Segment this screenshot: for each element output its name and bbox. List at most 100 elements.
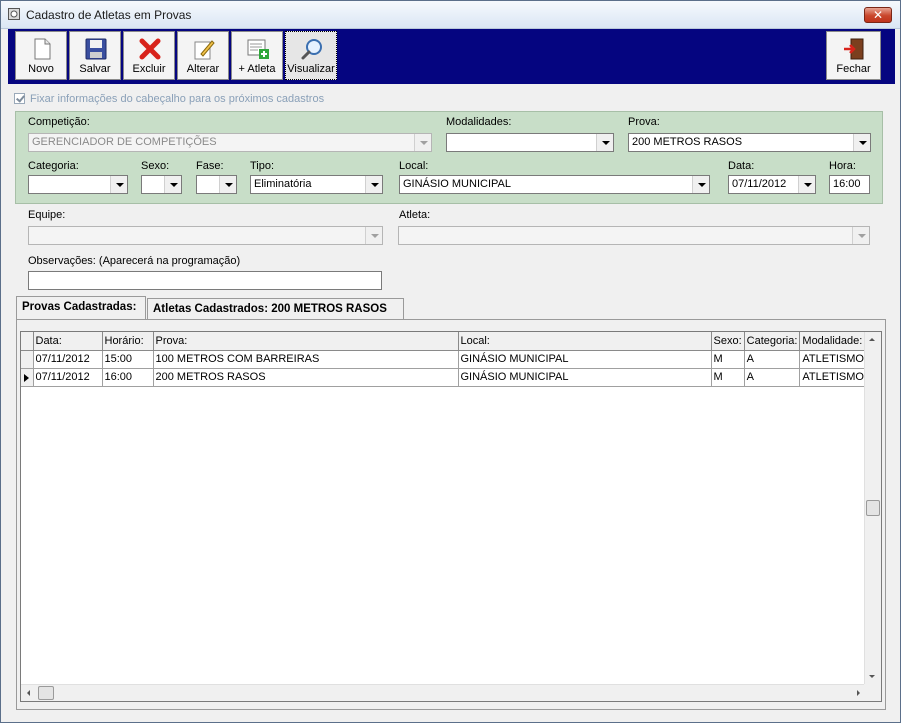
- floppy-disk-icon: [85, 38, 107, 60]
- col-header-modalidade[interactable]: Modalidade:: [799, 332, 869, 351]
- local-label: Local:: [399, 160, 429, 172]
- observacoes-input[interactable]: [28, 271, 382, 290]
- chevron-down-icon[interactable]: [853, 134, 870, 151]
- title-bar[interactable]: Cadastro de Atletas em Provas ✕: [1, 1, 900, 29]
- horizontal-scrollbar[interactable]: [21, 684, 866, 701]
- modalidades-combo[interactable]: [446, 133, 614, 152]
- edit-pencil-icon: [194, 40, 215, 60]
- chevron-down-icon[interactable]: [110, 176, 127, 193]
- cell-local[interactable]: GINÁSIO MUNICIPAL: [458, 368, 712, 387]
- tipo-value: Eliminatória: [254, 178, 312, 190]
- cell-prova[interactable]: 100 METROS COM BARREIRAS: [153, 350, 459, 369]
- data-picker[interactable]: 07/11/2012: [728, 175, 816, 194]
- cell-sexo[interactable]: M: [711, 368, 745, 387]
- provas-table: Data: Horário: Prova: Local: Sexo: Categ…: [21, 332, 869, 387]
- chevron-down-icon[interactable]: [692, 176, 709, 193]
- fase-combo[interactable]: [196, 175, 237, 194]
- competicao-combo[interactable]: GERENCIADOR DE COMPETIÇÕES: [28, 133, 432, 152]
- col-header-local[interactable]: Local:: [458, 332, 712, 351]
- cell-sexo[interactable]: M: [711, 350, 745, 369]
- row-indicator-header: [21, 332, 34, 351]
- tipo-combo[interactable]: Eliminatória: [250, 175, 383, 194]
- tab-provas-cadastradas[interactable]: Provas Cadastradas:: [16, 296, 146, 319]
- fix-header-checkbox[interactable]: Fixar informações do cabeçalho para os p…: [14, 93, 324, 105]
- fechar-label: Fechar: [836, 63, 871, 75]
- equipe-combo[interactable]: [28, 226, 383, 245]
- toolbar: Novo Salvar Excluir Alterar + Atleta Vis…: [8, 29, 895, 84]
- cell-categoria[interactable]: A: [744, 350, 801, 369]
- vertical-scrollbar[interactable]: [864, 332, 881, 684]
- chevron-down-icon[interactable]: [852, 227, 869, 244]
- main-window: Cadastro de Atletas em Provas ✕ Novo Sal…: [0, 0, 901, 723]
- competicao-value: GERENCIADOR DE COMPETIÇÕES: [32, 136, 217, 148]
- scroll-corner: [864, 684, 881, 701]
- scroll-up-icon[interactable]: [869, 338, 875, 341]
- cell-modalidade[interactable]: ATLETISMO: [799, 368, 869, 387]
- col-header-prova[interactable]: Prova:: [153, 332, 459, 351]
- col-header-sexo[interactable]: Sexo:: [711, 332, 745, 351]
- equipe-label: Equipe:: [28, 209, 66, 221]
- data-label: Data:: [728, 160, 755, 172]
- chevron-down-icon[interactable]: [164, 176, 181, 193]
- chevron-down-icon[interactable]: [414, 134, 431, 151]
- window-close-button[interactable]: ✕: [864, 7, 892, 23]
- prova-combo[interactable]: 200 METROS RASOS: [628, 133, 871, 152]
- cell-horario[interactable]: 15:00: [102, 350, 154, 369]
- checkbox-icon[interactable]: [14, 93, 25, 104]
- col-header-data[interactable]: Data:: [33, 332, 103, 351]
- chevron-down-icon[interactable]: [219, 176, 236, 193]
- fix-header-label: Fixar informações do cabeçalho para os p…: [30, 93, 325, 105]
- cell-local[interactable]: GINÁSIO MUNICIPAL: [458, 350, 712, 369]
- cell-categoria[interactable]: A: [744, 368, 801, 387]
- hora-input[interactable]: 16:00: [829, 175, 870, 194]
- chevron-down-icon[interactable]: [365, 176, 382, 193]
- cell-data[interactable]: 07/11/2012: [33, 368, 103, 387]
- alterar-label: Alterar: [186, 63, 220, 75]
- novo-button[interactable]: Novo: [15, 31, 67, 80]
- scroll-down-icon[interactable]: [869, 675, 875, 678]
- cell-prova[interactable]: 200 METROS RASOS: [153, 368, 459, 387]
- local-combo[interactable]: GINÁSIO MUNICIPAL: [399, 175, 710, 194]
- row-indicator[interactable]: [21, 350, 34, 369]
- table-row[interactable]: 07/11/2012 16:00 200 METROS RASOS GINÁSI…: [21, 368, 869, 387]
- prova-value: 200 METROS RASOS: [632, 136, 743, 148]
- cell-data[interactable]: 07/11/2012: [33, 350, 103, 369]
- current-row-arrow-icon: [24, 373, 29, 382]
- scroll-thumb[interactable]: [38, 686, 54, 700]
- scroll-right-icon[interactable]: [857, 690, 860, 696]
- new-document-icon: [34, 38, 51, 60]
- tab-atletas-cadastrados[interactable]: Atletas Cadastrados: 200 METROS RASOS: [147, 298, 404, 319]
- sexo-combo[interactable]: [141, 175, 182, 194]
- exit-door-icon: [844, 38, 864, 60]
- col-header-categoria[interactable]: Categoria:: [744, 332, 801, 351]
- atleta-combo[interactable]: [398, 226, 870, 245]
- add-atleta-label: + Atleta: [238, 63, 276, 75]
- excluir-label: Excluir: [132, 63, 166, 75]
- row-indicator[interactable]: [21, 368, 34, 387]
- tipo-label: Tipo:: [250, 160, 275, 172]
- fechar-button[interactable]: Fechar: [826, 31, 881, 80]
- cell-modalidade[interactable]: ATLETISMO: [799, 350, 869, 369]
- categoria-combo[interactable]: [28, 175, 128, 194]
- add-atleta-button[interactable]: + Atleta: [231, 31, 283, 80]
- provas-grid[interactable]: Data: Horário: Prova: Local: Sexo: Categ…: [20, 331, 882, 702]
- hora-label: Hora:: [829, 160, 856, 172]
- chevron-down-icon[interactable]: [365, 227, 382, 244]
- chevron-down-icon[interactable]: [798, 176, 815, 193]
- table-row[interactable]: 07/11/2012 15:00 100 METROS COM BARREIRA…: [21, 350, 869, 369]
- app-icon: [8, 8, 20, 20]
- scroll-left-icon[interactable]: [27, 690, 30, 696]
- fase-label: Fase:: [196, 160, 224, 172]
- cell-horario[interactable]: 16:00: [102, 368, 154, 387]
- visualizar-button[interactable]: Visualizar: [285, 31, 337, 80]
- chevron-down-icon[interactable]: [596, 134, 613, 151]
- scroll-thumb[interactable]: [866, 500, 880, 516]
- grid-header-row: Data: Horário: Prova: Local: Sexo: Categ…: [21, 332, 869, 351]
- col-header-horario[interactable]: Horário:: [102, 332, 154, 351]
- sexo-label: Sexo:: [141, 160, 170, 172]
- window-title: Cadastro de Atletas em Provas: [26, 8, 192, 22]
- salvar-button[interactable]: Salvar: [69, 31, 121, 80]
- alterar-button[interactable]: Alterar: [177, 31, 229, 80]
- excluir-button[interactable]: Excluir: [123, 31, 175, 80]
- competicao-label: Competição:: [28, 116, 90, 128]
